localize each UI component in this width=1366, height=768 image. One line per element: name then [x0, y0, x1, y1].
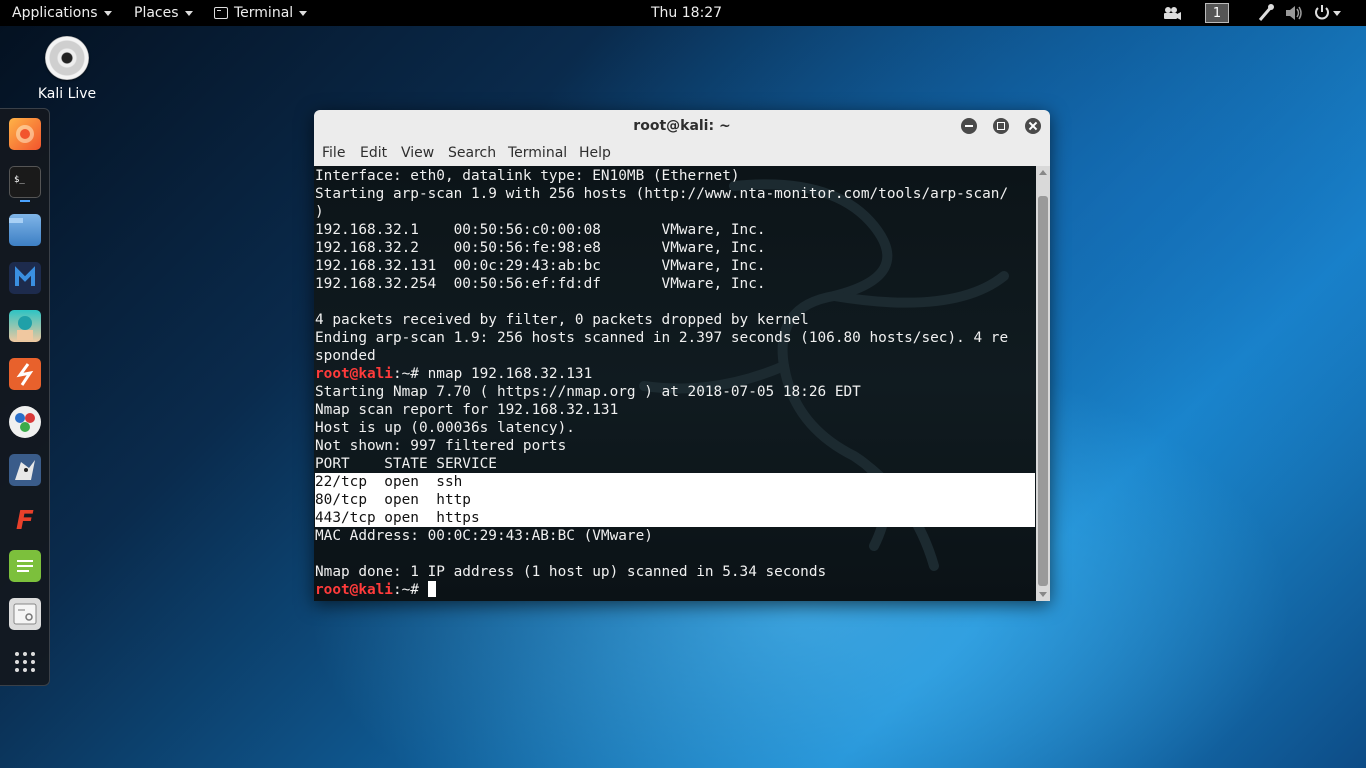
applications-label: Applications [12, 5, 98, 21]
terminal-line: ) [315, 204, 324, 220]
scroll-up-icon[interactable] [1039, 170, 1047, 175]
prompt-suffix: :~# [392, 366, 428, 382]
beef-icon[interactable] [9, 454, 41, 486]
video-camera-icon[interactable] [1162, 0, 1182, 26]
network-icon[interactable] [1257, 0, 1275, 26]
terminal-app-menu[interactable]: Terminal [214, 0, 308, 26]
svg-text:F: F [16, 506, 34, 534]
volume-icon[interactable] [1284, 0, 1304, 26]
scrollbar-thumb[interactable] [1038, 196, 1048, 586]
prompt-user: root@kali [315, 582, 393, 598]
burpsuite-icon[interactable] [9, 358, 41, 390]
power-icon[interactable] [1313, 0, 1343, 26]
terminal-line: Host is up (0.00036s latency). [315, 420, 575, 436]
menu-terminal[interactable]: Terminal [508, 145, 567, 161]
armitage-icon[interactable] [9, 310, 41, 342]
window-title: root@kali: ~ [633, 118, 731, 134]
svg-text:$_: $_ [14, 175, 25, 185]
faraday-icon[interactable]: F [9, 502, 41, 536]
chevron-down-icon [299, 10, 308, 16]
menu-file[interactable]: File [322, 145, 345, 161]
scroll-down-icon[interactable] [1039, 592, 1047, 597]
chevron-down-icon [184, 10, 193, 16]
command-text: nmap 192.168.32.131 [427, 366, 593, 382]
menubar: File Edit View Search Terminal Help [314, 142, 1050, 166]
scrollbar[interactable] [1036, 166, 1050, 601]
disc-icon [45, 36, 89, 80]
metasploit-icon[interactable] [9, 262, 41, 294]
files-icon[interactable] [9, 214, 41, 246]
terminal-line: 192.168.32.1 00:50:56:c0:00:08 VMware, I… [315, 222, 766, 238]
terminal-line: 443/tcp open https [315, 509, 1035, 527]
terminal-icon[interactable]: $_ [9, 166, 41, 198]
clock[interactable]: Thu 18:27 [651, 0, 722, 26]
terminal-app-label: Terminal [234, 5, 294, 21]
terminal-line: Starting Nmap 7.70 ( https://nmap.org ) … [315, 384, 861, 400]
prompt-user: root@kali [315, 366, 393, 382]
chevron-down-icon [103, 10, 112, 16]
terminal-line: Nmap done: 1 IP address (1 host up) scan… [315, 564, 827, 580]
terminal-line: root@kali:~# [315, 581, 1035, 599]
terminal-line: 192.168.32.2 00:50:56:fe:98:e8 VMware, I… [315, 240, 766, 256]
terminal-output[interactable]: Interface: eth0, datalink type: EN10MB (… [314, 166, 1050, 601]
terminal-line: 192.168.32.254 00:50:56:ef:fd:df VMware,… [315, 276, 766, 292]
minimize-button[interactable] [961, 118, 977, 134]
leafpad-icon[interactable] [9, 550, 41, 582]
maximize-button[interactable] [993, 118, 1009, 134]
close-button[interactable] [1025, 118, 1041, 134]
terminal-line: root@kali:~# nmap 192.168.32.131 [315, 365, 1035, 383]
top-panel: Applications Places Terminal Thu 18:27 1 [0, 0, 1366, 26]
terminal-lines: Interface: eth0, datalink type: EN10MB (… [315, 167, 1035, 599]
workspace-number: 1 [1205, 3, 1229, 23]
text-cursor [427, 581, 436, 597]
cherrytree-icon[interactable] [9, 598, 41, 630]
terminal-line: Not shown: 997 filtered ports [315, 438, 567, 454]
show-apps-icon[interactable] [9, 646, 41, 678]
window-titlebar[interactable]: root@kali: ~ [314, 110, 1050, 142]
terminal-line: 80/tcp open http [315, 491, 1035, 509]
dock: $_ F [0, 108, 50, 686]
terminal-line: Interface: eth0, datalink type: EN10MB (… [315, 168, 740, 184]
prompt-suffix: :~# [392, 582, 428, 598]
terminal-line: Starting arp-scan 1.9 with 256 hosts (ht… [315, 186, 1009, 202]
terminal-line: 22/tcp open ssh [315, 473, 1035, 491]
desktop-icon-label: Kali Live [37, 86, 97, 102]
terminal-line: PORT STATE SERVICE [315, 456, 497, 472]
terminal-line: sponded [315, 348, 376, 364]
terminal-line: 4 packets received by filter, 0 packets … [315, 312, 809, 328]
menu-view[interactable]: View [401, 145, 434, 161]
maltego-icon[interactable] [9, 406, 41, 438]
terminal-window: root@kali: ~ File Edit View Search Termi… [314, 110, 1050, 601]
applications-menu[interactable]: Applications [12, 0, 112, 26]
terminal-line: 192.168.32.131 00:0c:29:43:ab:bc VMware,… [315, 258, 766, 274]
terminal-icon [214, 7, 228, 19]
menu-search[interactable]: Search [448, 145, 496, 161]
menu-edit[interactable]: Edit [360, 145, 387, 161]
terminal-line: Ending arp-scan 1.9: 256 hosts scanned i… [315, 330, 1009, 346]
terminal-line: MAC Address: 00:0C:29:43:AB:BC (VMware) [315, 528, 653, 544]
desktop-icon-kali-live[interactable]: Kali Live [28, 36, 106, 102]
workspace-indicator[interactable]: 1 [1205, 3, 1229, 23]
menu-help[interactable]: Help [579, 145, 611, 161]
terminal-line: Nmap scan report for 192.168.32.131 [315, 402, 619, 418]
firefox-icon[interactable] [9, 118, 41, 150]
places-menu[interactable]: Places [134, 0, 193, 26]
places-label: Places [134, 5, 179, 21]
running-indicator [20, 200, 30, 202]
